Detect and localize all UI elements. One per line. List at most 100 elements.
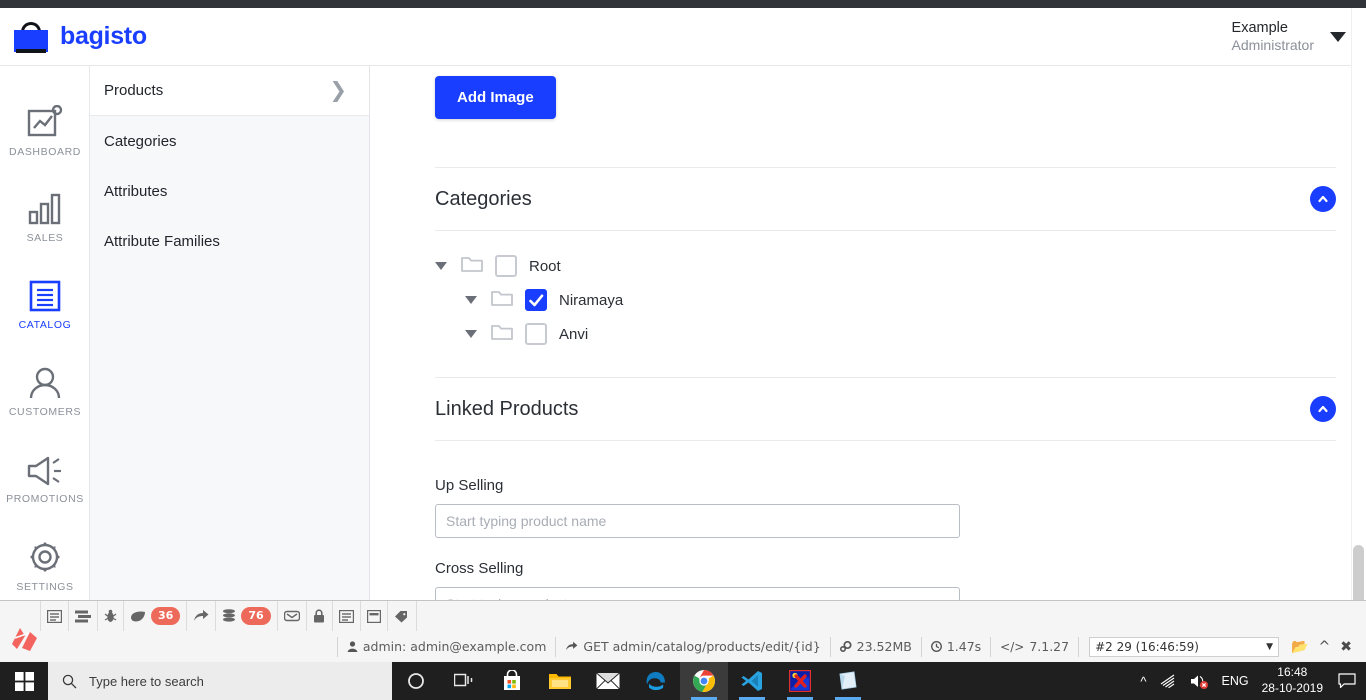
submenu-item-attributes[interactable]: Attributes [90,166,369,216]
cortana-circle-icon[interactable] [392,662,440,700]
tray-clock[interactable]: 16:48 28-10-2019 [1262,665,1323,696]
chevron-up-icon[interactable]: ^ [1140,674,1146,689]
taskbar-icons [392,662,872,700]
submenu-item-categories[interactable]: Categories [90,116,369,166]
sidebar-label: CUSTOMERS [8,406,82,418]
chrome-icon[interactable] [680,662,728,700]
notification-icon[interactable] [1336,662,1358,700]
user-icon [347,641,358,652]
category-checkbox[interactable] [495,255,517,277]
sidebar-item-dashboard[interactable]: DASHBOARD [0,88,90,175]
categories-section-header: Categories [435,168,1336,230]
sidebar-label: PROMOTIONS [6,493,84,505]
debugbar-tab-exceptions[interactable] [98,601,124,631]
chevron-up-icon [1318,195,1328,203]
arrow-share-icon [194,610,209,621]
submenu-item-attribute-families[interactable]: Attribute Families [90,216,369,266]
debugbar-tab-auth[interactable] [307,601,333,631]
sidebar-item-settings[interactable]: SETTINGS [0,523,90,610]
sidebar-item-promotions[interactable]: PROMOTIONS [0,436,90,523]
system-tray: ^ ENG 16:48 28-10-2019 [1140,662,1366,700]
catalog-submenu: Products ❯ Categories Attributes Attribu… [90,66,370,600]
page-scrollbar[interactable] [1351,8,1366,615]
app-header: bagisto Example Administrator [0,8,1366,66]
debugbar-tab-gate[interactable] [361,601,388,631]
user-icon [28,367,62,399]
categories-collapse-button[interactable] [1310,186,1336,212]
debugbar-tab-views[interactable]: 36 [124,601,188,631]
queries-count-badge: 76 [241,606,271,626]
debugbar-tab-timeline[interactable] [69,601,98,631]
caret-down-icon[interactable] [465,296,477,304]
chevron-right-icon: ❯ [329,79,347,102]
up-selling-input[interactable] [435,504,960,538]
code-icon: </> [1000,639,1025,654]
debugbar-actions: 📂 ^ ✖ [1279,639,1362,655]
folder-icon[interactable]: 📂 [1291,639,1308,655]
megaphone-icon [26,454,64,486]
xara-icon[interactable] [776,662,824,700]
debugbar-tab-session[interactable] [333,601,361,631]
folder-icon [491,323,513,346]
up-selling-field: Up Selling [435,477,1336,538]
chevron-down-icon[interactable] [1330,31,1346,42]
main-content: Add Image Categories Root Niramaya Anvi … [370,66,1366,600]
debugbar-stat-php-version: </> 7.1.27 [991,636,1080,657]
debugbar-time-text: 1.47s [946,639,982,654]
chevron-up-icon[interactable]: ^ [1319,639,1331,655]
linked-products-collapse-button[interactable] [1310,396,1336,422]
debugbar-tab-route[interactable] [187,601,217,631]
cross-selling-field: Cross Selling [435,560,1336,600]
debugbar-tab-tags[interactable] [388,601,417,631]
debugbar-tab-mail[interactable] [278,601,307,631]
tray-language[interactable]: ENG [1222,674,1249,688]
tree-row[interactable]: Niramaya [435,283,1336,317]
search-icon [62,674,77,688]
sidebar-item-sales[interactable]: SALES [0,175,90,262]
user-menu[interactable]: Example Administrator [1232,19,1366,55]
user-role: Administrator [1231,36,1314,53]
add-image-button[interactable]: Add Image [435,76,556,119]
category-checkbox[interactable] [525,323,547,345]
category-label: Anvi [559,325,589,343]
task-view-icon[interactable] [440,662,488,700]
catalog-document-icon [29,280,61,312]
sticky-notes-icon[interactable] [824,662,872,700]
debugbar-memory-text: 23.52MB [856,639,912,654]
edge-icon[interactable] [632,662,680,700]
speaker-muted-icon[interactable] [1190,674,1209,689]
brand[interactable]: bagisto [0,19,147,55]
tree-row[interactable]: Anvi [435,317,1336,351]
tag-icon [394,610,407,622]
wifi-icon[interactable] [1160,674,1177,688]
submenu-label: Attributes [104,182,168,200]
mail-icon[interactable] [584,662,632,700]
close-icon[interactable]: ✖ [1340,639,1352,655]
windows-start-icon[interactable] [0,662,48,700]
debugbar-stat-time: 1.47s [922,636,992,657]
debugbar-status-row: admin: admin@example.com GET admin/catal… [0,631,1366,662]
sidebar-item-catalog[interactable]: CATALOG [0,262,90,349]
file-explorer-icon[interactable] [536,662,584,700]
caret-down-icon[interactable] [435,262,447,270]
debugbar-tab-queries[interactable]: 76 [216,601,278,631]
category-checkbox[interactable] [525,289,547,311]
taskbar-search-input[interactable]: Type here to search [48,662,392,700]
submenu-item-products[interactable]: Products ❯ [90,66,369,116]
sidebar-label: DASHBOARD [9,146,81,158]
categories-section-title: Categories [435,187,532,210]
vscode-icon[interactable] [728,662,776,700]
debugbar-user-text: admin: admin@example.com [362,639,547,654]
debugbar-request-select[interactable]: #2 29 (16:46:59) ▼ [1089,636,1280,657]
category-label: Niramaya [559,291,624,309]
debugbar-tab-messages[interactable] [40,601,69,631]
sidebar-item-customers[interactable]: CUSTOMERS [0,349,90,436]
tree-row[interactable]: Root [435,249,1336,283]
cross-selling-input[interactable] [435,587,960,600]
web-page: bagisto Example Administrator DASHBOARD … [0,8,1366,600]
microsoft-store-icon[interactable] [488,662,536,700]
caret-down-icon[interactable] [465,330,477,338]
database-icon [223,609,236,622]
sidebar-label: SETTINGS [16,581,74,593]
leaf-icon [131,611,145,621]
